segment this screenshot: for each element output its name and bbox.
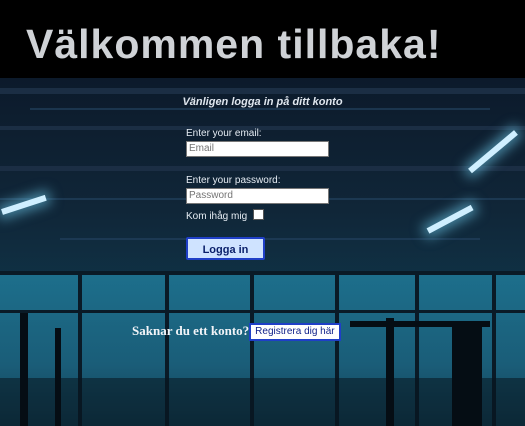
squat-rack	[386, 318, 394, 426]
ceiling-pipe	[60, 238, 480, 240]
remember-me-row: Kom ihåg mig	[186, 209, 265, 222]
password-field[interactable]	[186, 188, 329, 204]
login-form: Enter your email: Enter your password:	[186, 128, 336, 204]
weight-plates	[452, 326, 482, 426]
squat-rack	[20, 313, 28, 426]
login-subtitle: Vänligen logga in på ditt konto	[182, 96, 343, 108]
ceiling-light	[426, 204, 474, 234]
email-label: Enter your email:	[186, 128, 262, 139]
header-bar: Välkommen tillbaka!	[0, 0, 525, 78]
signup-row: Saknar du ett konto? Registrera dig här	[132, 322, 341, 341]
password-label: Enter your password:	[186, 175, 281, 186]
ceiling-pipe	[30, 108, 490, 110]
login-button[interactable]: Logga in	[186, 237, 265, 260]
gym-floor	[0, 378, 525, 426]
ceiling-beam	[0, 88, 525, 94]
register-button[interactable]: Registrera dig här	[249, 323, 341, 341]
email-field[interactable]	[186, 141, 329, 157]
squat-rack	[55, 328, 61, 426]
remember-me-checkbox[interactable]	[253, 209, 265, 220]
signup-prompt: Saknar du ett konto?	[132, 323, 250, 338]
page-title: Välkommen tillbaka!	[26, 21, 442, 67]
remember-me-label: Kom ihåg mig	[186, 211, 248, 222]
